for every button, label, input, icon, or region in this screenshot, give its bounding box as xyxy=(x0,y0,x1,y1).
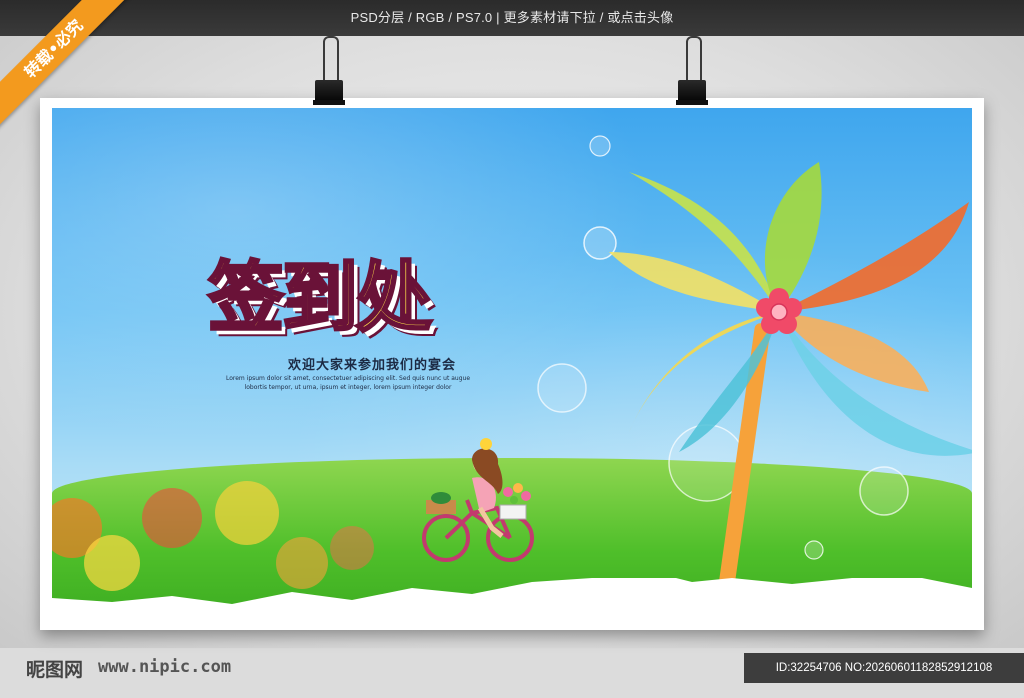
bubble-icon xyxy=(804,540,824,560)
top-info-text: PSD分层 / RGB / PS7.0 | 更多素材请下拉 / 或点击头像 xyxy=(350,10,674,25)
torn-paper-edge xyxy=(52,578,972,620)
chick-icon xyxy=(480,438,492,450)
bubble-icon xyxy=(583,226,617,260)
pinwheel-blade-lime xyxy=(764,162,822,312)
poster-title: 签到处 xyxy=(207,252,434,344)
bubble-icon xyxy=(589,135,611,157)
poster-paper: 签到处 欢迎大家来参加我们的宴会 Lorem ipsum dolor sit a… xyxy=(40,98,984,630)
site-logo: 昵图网 xyxy=(26,659,84,681)
flower-blob-red xyxy=(142,488,202,548)
flower-blob-yellow xyxy=(215,481,279,545)
image-id-label: ID:32254706 NO:20260601182852912108 xyxy=(744,653,1024,683)
binder-clip-icon xyxy=(676,36,708,110)
poster-body-text: Lorem ipsum dolor sit amet, consectetuer… xyxy=(224,374,472,392)
binder-clip-icon xyxy=(313,36,345,110)
poster-artwork: 签到处 欢迎大家来参加我们的宴会 Lorem ipsum dolor sit a… xyxy=(52,108,972,620)
pinwheel-center xyxy=(770,303,788,321)
body-line: Lorem ipsum dolor sit amet, consectetuer… xyxy=(225,375,471,382)
top-info-bar: PSD分层 / RGB / PS7.0 | 更多素材请下拉 / 或点击头像 xyxy=(0,0,1024,37)
bubble-icon xyxy=(537,363,587,413)
poster-subtitle: 欢迎大家来参加我们的宴会 xyxy=(287,358,456,373)
bicycle-basket-front xyxy=(499,504,527,520)
body-line: lobortis tempor, ut urna, ipsum et integ… xyxy=(244,384,452,391)
flower-blob-red-2 xyxy=(330,526,374,570)
corner-ribbon: 转载•必究 xyxy=(0,0,140,140)
ribbon-label: 转载•必究 xyxy=(0,0,136,131)
bubble-icon xyxy=(859,466,909,516)
girl-bicycle-icon xyxy=(422,438,534,562)
scene-illustration xyxy=(52,135,972,620)
site-url[interactable]: www.nipic.com xyxy=(98,657,231,677)
pinwheel-icon xyxy=(609,162,972,456)
